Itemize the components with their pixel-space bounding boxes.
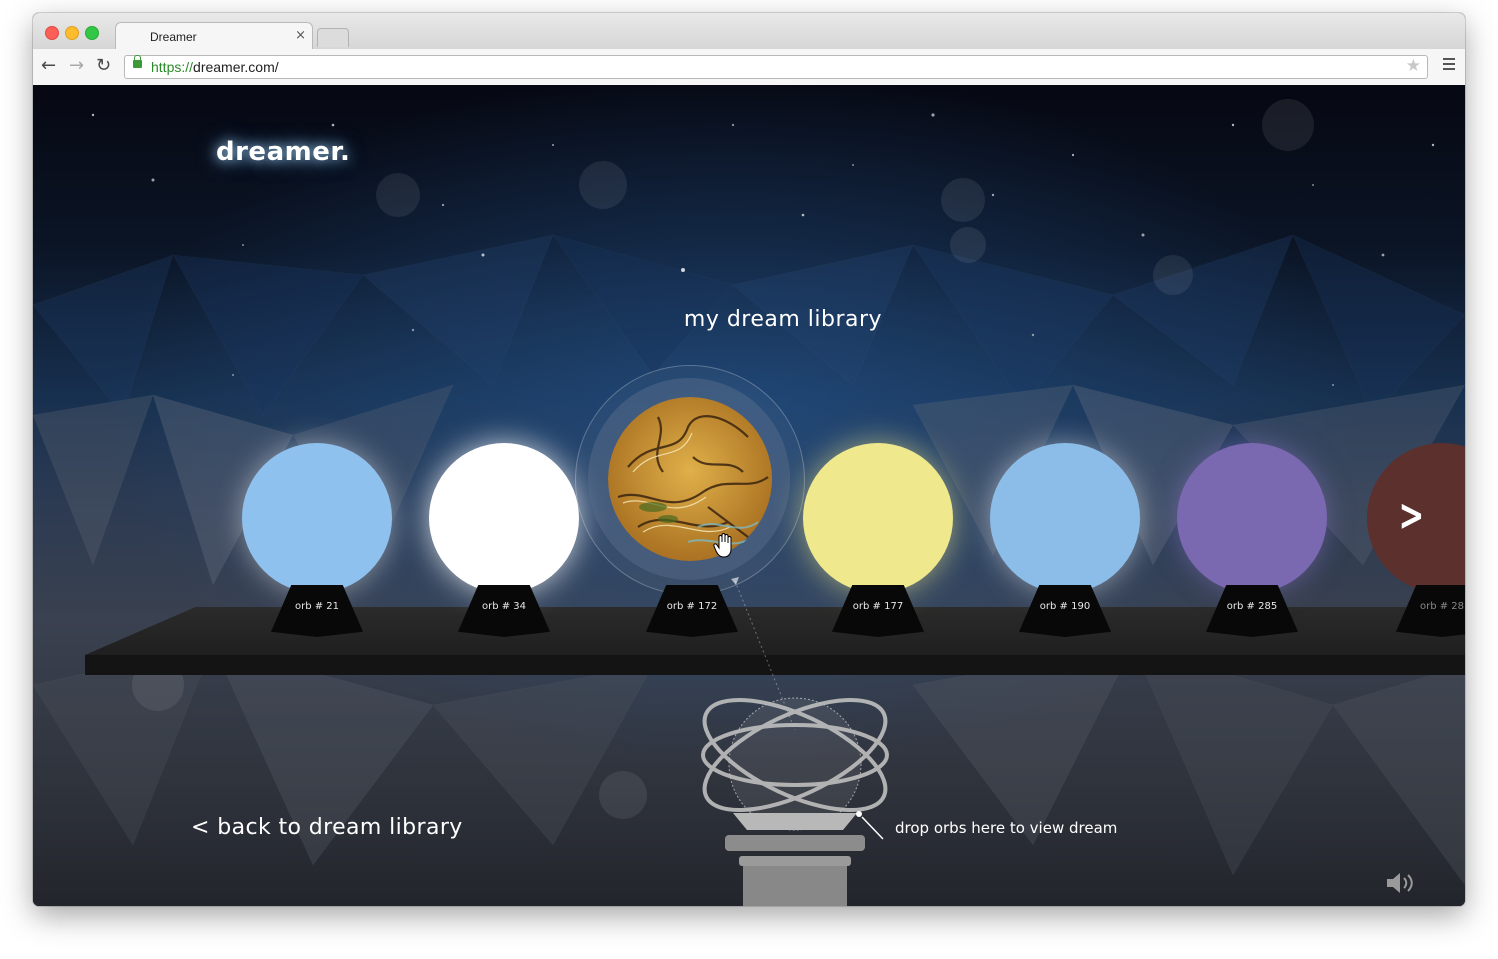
close-window-button[interactable] xyxy=(45,26,59,40)
orb-34[interactable] xyxy=(429,443,579,593)
tab-close-icon[interactable]: × xyxy=(295,28,306,43)
dream-viewer-pedestal[interactable] xyxy=(673,555,953,906)
zoom-window-button[interactable] xyxy=(85,26,99,40)
orb-dream-pattern xyxy=(608,397,772,561)
address-bar[interactable]: https://dreamer.com/ ★ xyxy=(124,55,1428,79)
page-title: my dream library xyxy=(683,307,883,332)
next-orbs-button[interactable]: > xyxy=(1399,490,1425,541)
orb-label: orb # 285 xyxy=(1226,601,1278,612)
drop-hint-text: drop orbs here to view dream xyxy=(895,819,1118,837)
new-tab-button[interactable] xyxy=(317,28,349,47)
tab-title: Dreamer xyxy=(150,30,197,44)
dreamer-logo[interactable]: dreamer. xyxy=(216,137,350,167)
lock-icon xyxy=(133,55,142,68)
forward-arrow-icon[interactable]: → xyxy=(69,55,84,76)
url-text: https://dreamer.com/ xyxy=(151,59,279,75)
orb-label: orb # 21 xyxy=(294,601,340,612)
reload-icon[interactable]: ↻ xyxy=(96,55,111,76)
orb-21[interactable] xyxy=(242,443,392,593)
orb-label: orb # 28 xyxy=(1419,601,1465,612)
bookmark-star-icon[interactable]: ★ xyxy=(1406,56,1421,76)
back-to-library-link[interactable]: < back to dream library xyxy=(191,815,463,840)
browser-window: Dreamer × ← → ↻ https://dreamer.com/ ★ d… xyxy=(33,13,1465,906)
back-arrow-icon[interactable]: ← xyxy=(41,55,56,76)
orb-label: orb # 190 xyxy=(1039,601,1091,612)
speaker-icon[interactable] xyxy=(1385,871,1417,895)
orb-172[interactable] xyxy=(608,397,773,562)
menu-icon[interactable] xyxy=(1443,58,1455,70)
orb-190[interactable] xyxy=(990,443,1140,593)
orb-285[interactable] xyxy=(1177,443,1327,593)
dreamer-app: dreamer. my dream library orb # 21 orb #… xyxy=(33,85,1465,906)
browser-tab[interactable]: Dreamer × xyxy=(115,22,313,50)
minimize-window-button[interactable] xyxy=(65,26,79,40)
browser-toolbar: ← → ↻ https://dreamer.com/ ★ xyxy=(33,49,1465,86)
title-bar: Dreamer × xyxy=(33,13,1465,50)
orb-label: orb # 34 xyxy=(481,601,527,612)
